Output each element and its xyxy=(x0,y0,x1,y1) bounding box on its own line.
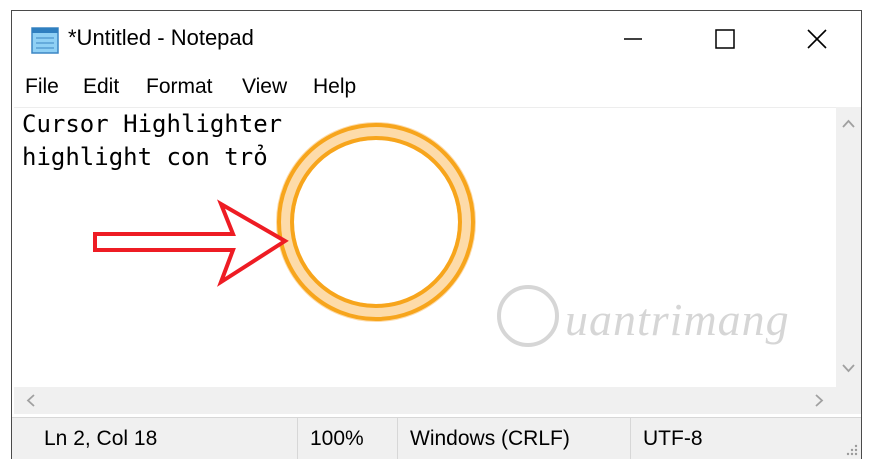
editor-line-1: Cursor Highlighter xyxy=(22,110,283,138)
scroll-left-icon xyxy=(26,394,35,407)
notepad-icon xyxy=(31,27,59,54)
status-line-ending: Windows (CRLF) xyxy=(397,418,570,459)
minimize-button[interactable] xyxy=(587,11,679,67)
notepad-window: *Untitled - Notepad File Edit Format Vie… xyxy=(11,10,862,459)
scroll-arrows-vertical xyxy=(842,119,855,373)
status-position: Ln 2, Col 18 xyxy=(44,427,158,450)
menu-edit[interactable]: Edit xyxy=(83,75,119,99)
title-bar[interactable]: *Untitled - Notepad xyxy=(12,11,861,67)
scroll-down-icon xyxy=(842,364,855,373)
editor-line-2: highlight con trỏ xyxy=(22,143,268,171)
close-button[interactable] xyxy=(771,11,863,67)
watermark-logo-icon xyxy=(497,285,559,347)
scrollbar-corner xyxy=(836,387,861,414)
window-title: *Untitled - Notepad xyxy=(68,25,254,50)
resize-grip-icon[interactable] xyxy=(844,442,860,458)
menu-bar: File Edit Format View Help xyxy=(12,73,861,107)
scroll-arrows-horizontal xyxy=(26,394,824,407)
scroll-right-icon xyxy=(815,394,824,407)
vertical-scrollbar[interactable] xyxy=(836,107,861,387)
menu-format[interactable]: Format xyxy=(146,75,213,99)
horizontal-scrollbar[interactable] xyxy=(14,387,836,414)
menu-view[interactable]: View xyxy=(242,75,287,99)
scroll-up-icon xyxy=(842,119,855,128)
status-encoding: UTF-8 xyxy=(630,418,703,459)
minimize-icon xyxy=(624,38,642,40)
menu-help[interactable]: Help xyxy=(313,75,356,99)
maximize-icon xyxy=(715,29,735,49)
menu-file[interactable]: File xyxy=(25,75,59,99)
status-zoom: 100% xyxy=(297,418,364,459)
close-icon xyxy=(807,29,827,49)
watermark-text: uantrimang xyxy=(565,294,790,345)
maximize-button[interactable] xyxy=(679,11,771,67)
status-bar: Ln 2, Col 18 100% Windows (CRLF) UTF-8 xyxy=(12,417,861,459)
